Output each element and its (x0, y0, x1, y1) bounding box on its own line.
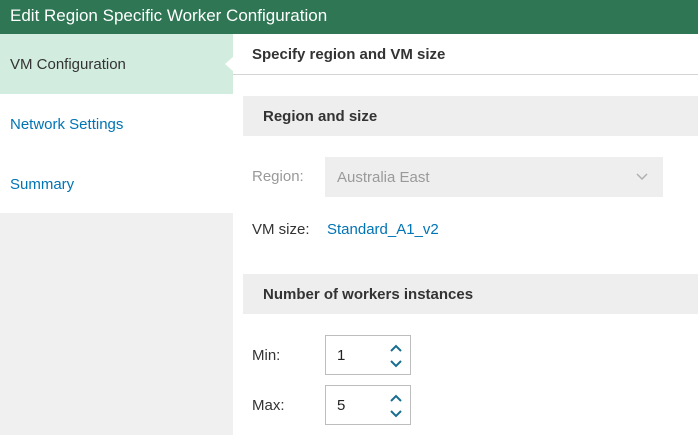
max-stepper[interactable]: 5 (325, 385, 411, 425)
section-header-region: Region and size (243, 96, 698, 136)
vm-size-label: VM size: (252, 221, 310, 238)
max-label: Max: (252, 397, 285, 414)
min-stepper[interactable]: 1 (325, 335, 411, 375)
sidebar-item-vm-configuration[interactable]: VM Configuration (0, 34, 234, 94)
sidebar-item-label: VM Configuration (10, 55, 126, 73)
chevron-down-icon (636, 173, 648, 181)
min-label: Min: (252, 347, 281, 364)
max-stepper-arrows (388, 391, 404, 419)
region-select-value: Australia East (337, 168, 430, 186)
region-label: Region: (252, 168, 304, 185)
min-value: 1 (337, 346, 346, 364)
sidebar-item-summary[interactable]: Summary (0, 154, 233, 214)
sidebar-item-label: Network Settings (10, 115, 124, 133)
window-title: Edit Region Specific Worker Configuratio… (0, 0, 698, 34)
max-value: 5 (337, 396, 346, 414)
vm-size-link[interactable]: Standard_A1_v2 (327, 221, 439, 238)
page-title: Specify region and VM size (233, 34, 698, 75)
sidebar: VM Configuration Network Settings Summar… (0, 34, 234, 435)
chevron-up-icon[interactable] (388, 341, 404, 353)
main-panel: Specify region and VM size Region and si… (233, 34, 698, 435)
region-select[interactable]: Australia East (325, 157, 663, 197)
chevron-down-icon[interactable] (388, 357, 404, 369)
sidebar-item-label: Summary (10, 175, 75, 193)
chevron-up-icon[interactable] (388, 391, 404, 403)
chevron-down-icon[interactable] (388, 407, 404, 419)
min-stepper-arrows (388, 341, 404, 369)
section-header-workers: Number of workers instances (243, 274, 698, 314)
sidebar-item-network-settings[interactable]: Network Settings (0, 94, 233, 154)
sidebar-nav: VM Configuration Network Settings Summar… (0, 34, 234, 214)
